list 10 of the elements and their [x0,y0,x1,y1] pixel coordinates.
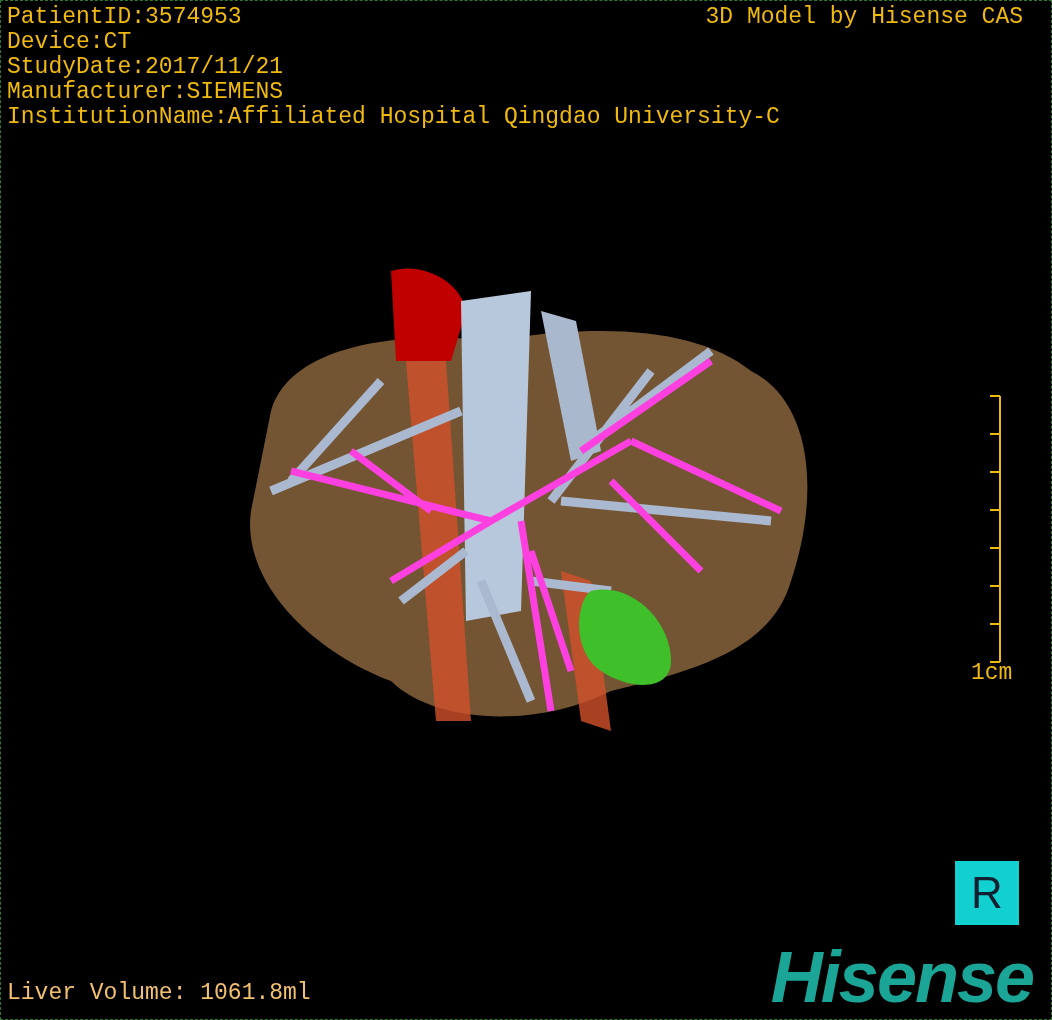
info-text: InstitutionName:Affiliated Hospital Qingdao University-C [7,105,780,130]
volume-text: Liver Volume: 1061.8ml [7,981,311,1006]
model-credit-text: 3D Model by Hisense CAS [705,5,1023,30]
info-text: PatientID:3574953 [7,5,242,30]
scale-label: 1cm [971,661,1013,686]
info-text: Device:CT [7,30,132,55]
orientation-marker: R [955,861,1019,925]
brand-logo: Hisense [770,939,1034,1015]
info-text: Manufacturer:SIEMENS [7,80,284,105]
info-text: StudyDate:2017/11/21 [7,55,284,80]
